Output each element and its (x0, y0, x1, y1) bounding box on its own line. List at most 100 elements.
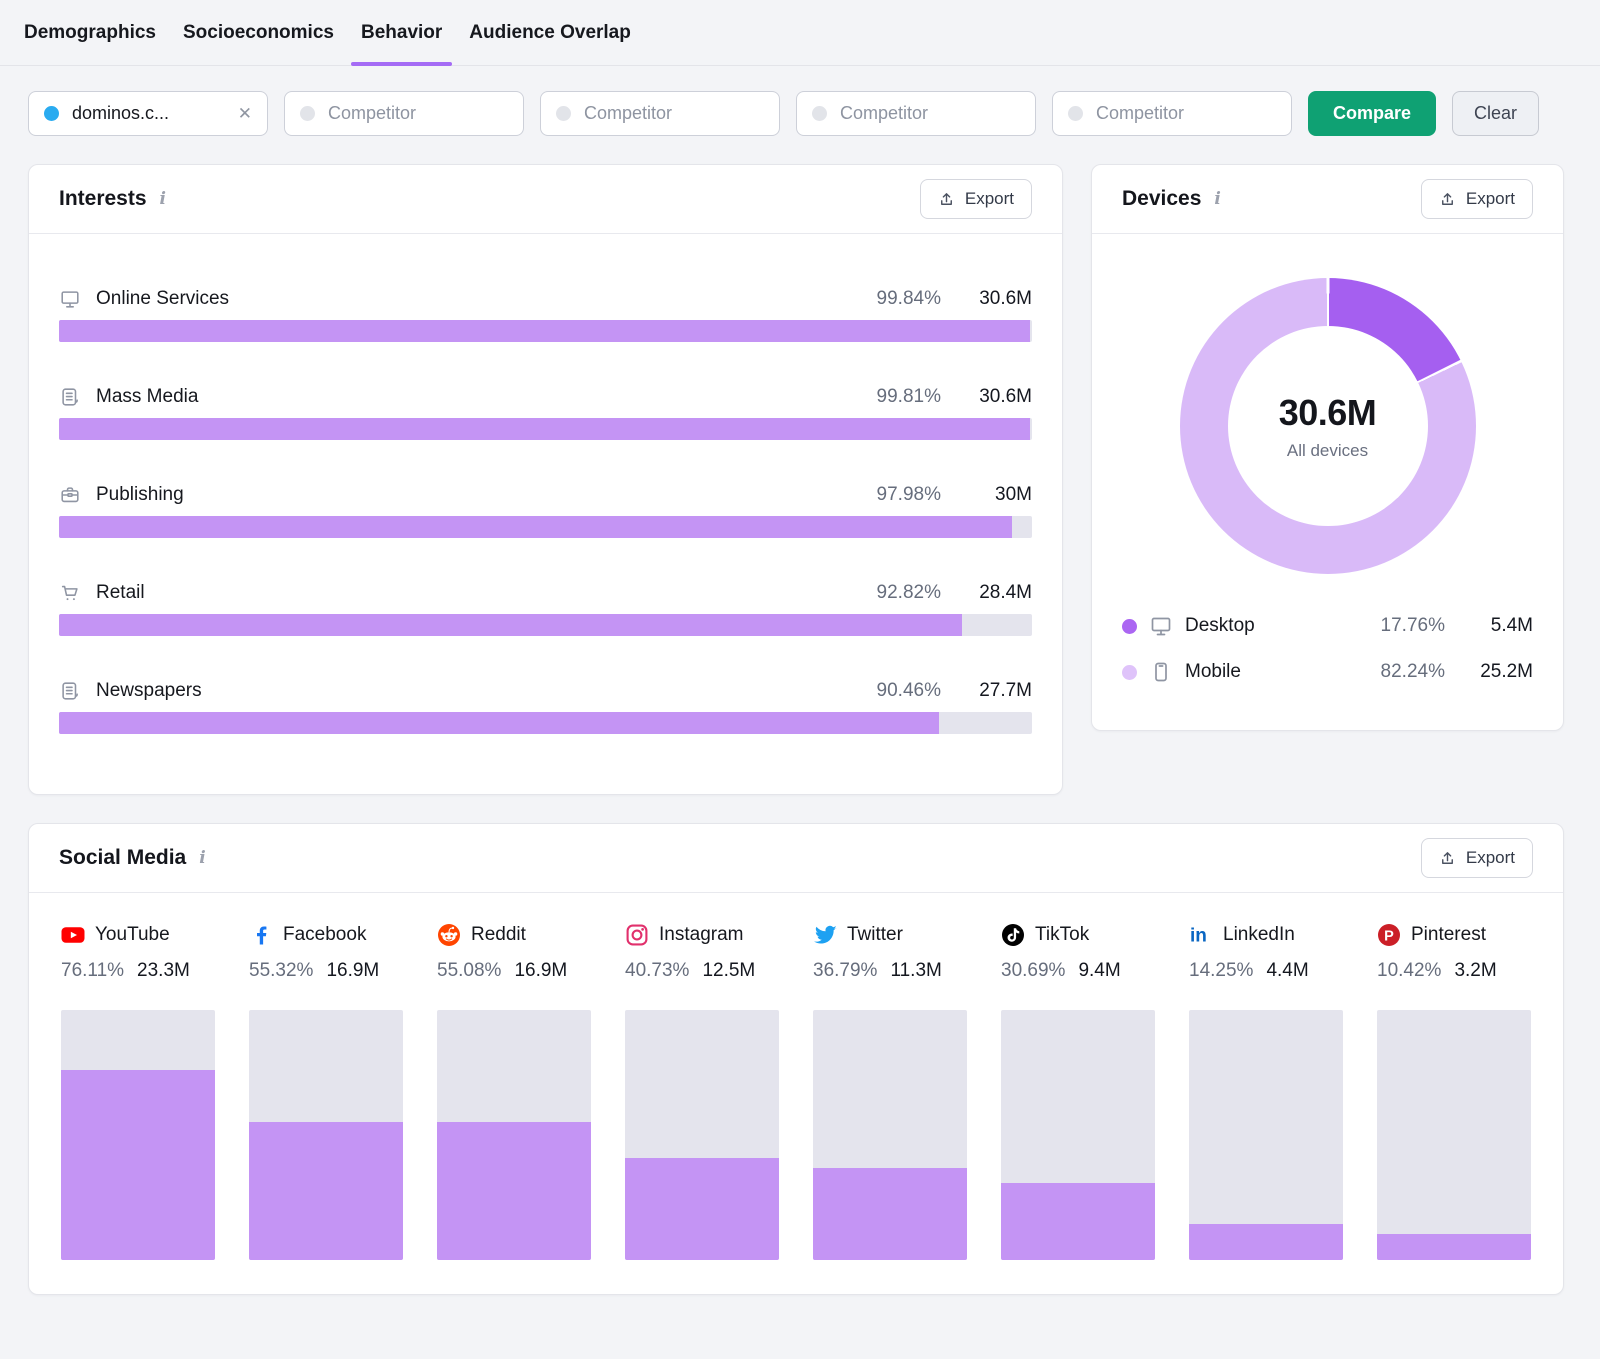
social-bar-track (437, 1010, 591, 1260)
devices-body: 30.6M All devices Desktop 17.76% 5.4M Mo… (1092, 234, 1563, 730)
interest-percent: 99.81% (876, 386, 941, 407)
interest-row-retail: Retail 92.82% 28.4M (59, 582, 1032, 636)
all-devices-label: All devices (1286, 440, 1369, 460)
social-network-label: Facebook (283, 924, 367, 945)
social-bar-track (61, 1010, 215, 1260)
social-network-label: Reddit (471, 924, 526, 945)
tab-socioeconomics[interactable]: Socioeconomics (183, 0, 334, 65)
monitor-icon (59, 288, 81, 310)
news-icon (59, 386, 81, 408)
interest-row-publishing: Publishing 97.98% 30M (59, 484, 1032, 538)
interest-value: 30.6M (979, 288, 1032, 309)
devices-legend: Desktop 17.76% 5.4M Mobile 82.24% 25.2M (1122, 614, 1533, 684)
tab-bar: Demographics Socioeconomics Behavior Audien… (0, 0, 1600, 66)
devices-export-button[interactable]: Export (1420, 179, 1533, 219)
facebook-icon (249, 923, 273, 947)
interest-bar-track (59, 320, 1032, 342)
social-column-pinterest: P Pinterest 10.42% 3.2M (1377, 923, 1531, 1260)
social-media-panel: Social Media i Export YouTube 76.11% 23.… (28, 823, 1564, 1295)
social-column-tiktok: TikTok 30.69% 9.4M (1001, 923, 1155, 1260)
competitor-input-1[interactable]: Competitor (284, 91, 524, 136)
pinterest-icon: P (1377, 923, 1401, 947)
interest-percent: 90.46% (876, 680, 941, 701)
social-column-youtube: YouTube 76.11% 23.3M (61, 923, 215, 1260)
device-percent: 82.24% (1380, 661, 1445, 682)
interest-label: Mass Media (96, 386, 199, 407)
competitor-dot-icon (556, 106, 571, 121)
social-bar-fill (61, 1069, 215, 1260)
export-icon (1439, 850, 1456, 867)
social-percent: 14.25% (1189, 960, 1254, 981)
social-value: 11.3M (890, 960, 942, 981)
interest-value: 28.4M (979, 582, 1032, 603)
audience-behavior-page: Demographics Socioeconomics Behavior Audien… (0, 0, 1600, 1295)
social-export-button[interactable]: Export (1420, 838, 1533, 878)
info-icon[interactable]: i (1214, 189, 1220, 209)
main-domain-label: dominos.c... (72, 103, 170, 123)
compare-button[interactable]: Compare (1308, 91, 1437, 136)
linkedin-icon: in (1189, 923, 1213, 947)
competitor-dot-icon (1068, 106, 1083, 121)
social-bar-fill (625, 1158, 779, 1260)
tab-demographics[interactable]: Demographics (24, 0, 156, 65)
social-column-twitter: Twitter 36.79% 11.3M (813, 923, 967, 1260)
device-legend-desktop: Desktop 17.76% 5.4M (1122, 614, 1533, 638)
svg-text:P: P (1384, 928, 1394, 944)
devices-panel-header: Devices i Export (1092, 165, 1563, 234)
social-column-instagram: Instagram 40.73% 12.5M (625, 923, 779, 1260)
social-network-label: LinkedIn (1223, 924, 1295, 945)
interest-value: 30M (995, 484, 1032, 505)
social-percent: 10.42% (1377, 960, 1442, 981)
social-percent: 55.32% (249, 960, 314, 981)
interest-label: Publishing (96, 484, 184, 505)
device-label: Desktop (1185, 615, 1255, 636)
social-percent: 76.11% (61, 960, 125, 981)
interest-bar-track (59, 516, 1032, 538)
interest-percent: 92.82% (876, 582, 941, 603)
clear-button[interactable]: Clear (1452, 91, 1540, 136)
social-media-title: Social Media (59, 846, 187, 869)
interest-bar-fill (59, 516, 1013, 538)
close-icon[interactable]: ✕ (238, 105, 252, 122)
competitor-input-3[interactable]: Competitor (796, 91, 1036, 136)
competitor-placeholder: Competitor (584, 103, 673, 123)
social-value: 3.2M (1454, 960, 1497, 981)
interest-bar-fill (59, 320, 1031, 342)
interests-list: Online Services 99.84% 30.6M Mass Media … (29, 234, 1062, 794)
competitor-input-4[interactable]: Competitor (1052, 91, 1292, 136)
social-value: 4.4M (1266, 960, 1309, 981)
social-column-facebook: Facebook 55.32% 16.9M (249, 923, 403, 1260)
tab-behavior[interactable]: Behavior (350, 0, 453, 66)
device-legend-mobile: Mobile 82.24% 25.2M (1122, 660, 1533, 684)
info-icon[interactable]: i (199, 848, 205, 868)
device-label: Mobile (1185, 661, 1241, 682)
interest-percent: 97.98% (876, 484, 941, 505)
briefcase-icon (59, 484, 81, 506)
tab-audience-overlap[interactable]: Audience Overlap (469, 0, 631, 65)
info-icon[interactable]: i (160, 189, 166, 209)
interests-export-button[interactable]: Export (919, 179, 1032, 219)
competitor-dot-icon (300, 106, 315, 121)
instagram-icon (625, 923, 649, 947)
devices-title: Devices (1122, 187, 1202, 210)
social-panel-header: Social Media i Export (29, 824, 1563, 893)
competitor-placeholder: Competitor (840, 103, 929, 123)
social-bar-fill (437, 1122, 591, 1260)
interest-bar-fill (59, 712, 940, 734)
social-value: 16.9M (514, 960, 568, 981)
interest-row-mass-media: Mass Media 99.81% 30.6M (59, 386, 1032, 440)
competitor-input-2[interactable]: Competitor (540, 91, 780, 136)
export-label: Export (964, 189, 1014, 208)
interest-percent: 99.84% (876, 288, 941, 309)
competitor-placeholder: Competitor (328, 103, 417, 123)
interest-bar-track (59, 712, 1032, 734)
youtube-icon (61, 923, 85, 947)
interest-bar-track (59, 614, 1032, 636)
social-network-label: Pinterest (1411, 924, 1486, 945)
reddit-icon (437, 923, 461, 947)
competitor-dot-icon (812, 106, 827, 121)
tiktok-icon (1001, 923, 1025, 947)
twitter-icon (813, 923, 837, 947)
social-column-reddit: Reddit 55.08% 16.9M (437, 923, 591, 1260)
main-domain-chip[interactable]: dominos.c... ✕ (28, 91, 268, 136)
